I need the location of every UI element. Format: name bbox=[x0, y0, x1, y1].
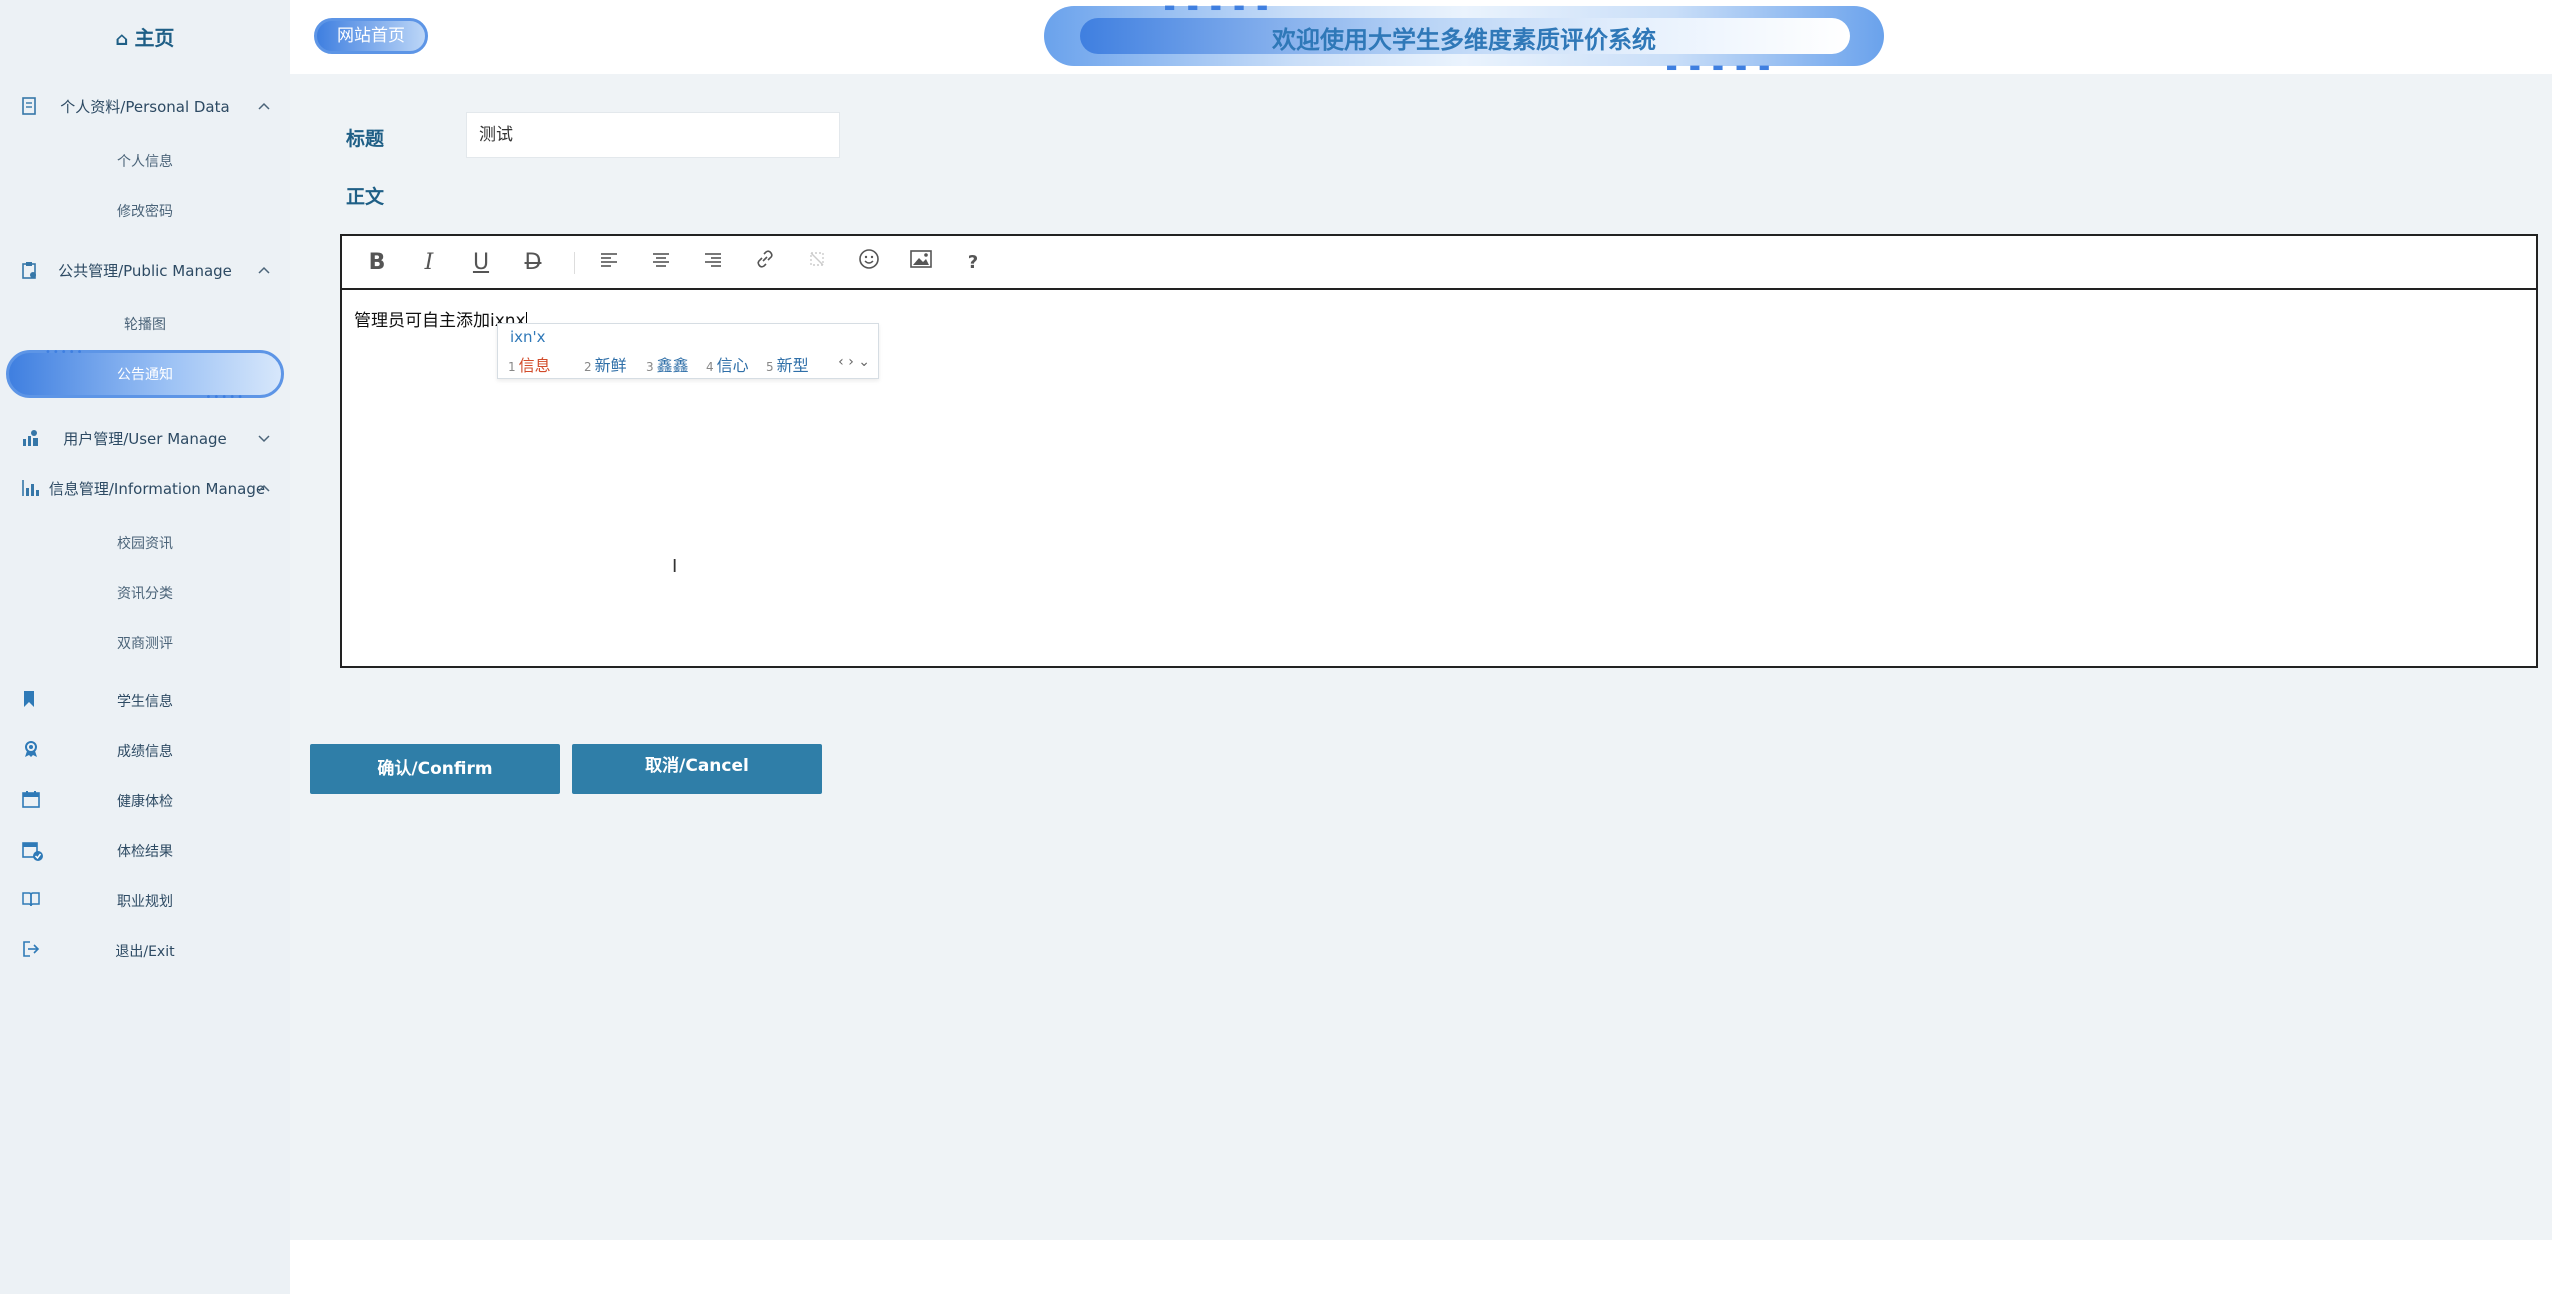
top-header: 网站首页 ▬ ▬ ▬ ▬ ▬ ▬ ▬ ▬ ▬ ▬ 欢迎使用大学生多维度素质评价系… bbox=[290, 0, 2552, 74]
home-icon: ⌂ bbox=[115, 29, 129, 50]
menu-group-information-manage[interactable]: 信息管理/Information Manage bbox=[0, 468, 290, 508]
ime-pinyin: ixn'x bbox=[510, 328, 546, 346]
ime-page-nav-icon[interactable]: ‹ › ⌄ bbox=[838, 354, 870, 370]
image-icon[interactable] bbox=[906, 248, 936, 278]
cancel-button[interactable]: 取消/Cancel bbox=[572, 744, 822, 794]
decor-dashes: ▬ ▬ ▬ ▬ ▬ bbox=[1666, 60, 1774, 74]
chevron-up-icon bbox=[258, 102, 270, 110]
chevron-up-icon bbox=[258, 484, 270, 492]
sidebar-item-check-result[interactable]: 体检结果 bbox=[0, 836, 290, 864]
sidebar-item-announcement[interactable]: 公告通知 bbox=[0, 363, 290, 387]
decor-dots: ••••• bbox=[205, 392, 245, 403]
strikethrough-icon[interactable]: D bbox=[518, 248, 548, 278]
menu-group-public-manage[interactable]: 公共管理/Public Manage bbox=[0, 250, 290, 290]
sidebar-item-grades[interactable]: 成绩信息 bbox=[0, 736, 290, 764]
help-icon[interactable]: ? bbox=[958, 248, 988, 278]
decor-dots: ••••• bbox=[45, 347, 85, 358]
site-home-button[interactable]: 网站首页 bbox=[314, 18, 428, 54]
decor-dashes: ▬ ▬ ▬ ▬ ▬ bbox=[1164, 0, 1272, 14]
title-input[interactable]: 测试 bbox=[466, 112, 840, 158]
emoji-icon[interactable] bbox=[854, 248, 884, 278]
rich-text-editor: B I U D ? 管理员可自主添加ixnx ixn'x 1 信息 2 新鲜 3… bbox=[340, 234, 2538, 668]
link-icon[interactable] bbox=[750, 248, 780, 278]
sidebar-item-health-check[interactable]: 健康体检 bbox=[0, 786, 290, 814]
editor-toolbar: B I U D ? bbox=[342, 236, 2536, 290]
ime-candidate-4[interactable]: 4 信心 bbox=[706, 352, 749, 376]
align-center-icon[interactable] bbox=[646, 248, 676, 278]
underline-icon[interactable]: U bbox=[466, 248, 496, 278]
footer-area bbox=[290, 1240, 2552, 1294]
ime-candidate-2[interactable]: 2 新鲜 bbox=[584, 352, 627, 376]
sidebar: ⌂ 主页 个人资料/Personal Data 个人信息 修改密码 公共管理/Pu… bbox=[0, 0, 290, 1294]
align-left-icon[interactable] bbox=[594, 248, 624, 278]
ime-candidate-3[interactable]: 3 鑫鑫 bbox=[646, 352, 689, 376]
menu-group-user-manage[interactable]: 用户管理/User Manage bbox=[0, 418, 290, 458]
welcome-banner: ▬ ▬ ▬ ▬ ▬ ▬ ▬ ▬ ▬ ▬ 欢迎使用大学生多维度素质评价系统 bbox=[1044, 0, 1884, 74]
menu-group-personal-data[interactable]: 个人资料/Personal Data bbox=[0, 86, 290, 126]
sidebar-item-campus-news[interactable]: 校园资讯 bbox=[0, 532, 290, 556]
main-content: 标题 测试 正文 B I U D ? 管理员可自主添加ixnx ixn'x 1 … bbox=[290, 74, 2552, 1240]
home-link[interactable]: ⌂ 主页 bbox=[0, 22, 290, 51]
banner-title: 欢迎使用大学生多维度素质评价系统 bbox=[1272, 26, 1656, 54]
ime-candidate-5[interactable]: 5 新型 bbox=[766, 352, 809, 376]
sidebar-item-carousel[interactable]: 轮播图 bbox=[0, 313, 290, 337]
sidebar-item-career-plan[interactable]: 职业规划 bbox=[0, 886, 290, 914]
title-label: 标题 bbox=[346, 128, 385, 150]
sidebar-item-change-password[interactable]: 修改密码 bbox=[0, 200, 290, 224]
sidebar-item-personal-info[interactable]: 个人信息 bbox=[0, 150, 290, 174]
sidebar-item-news-category[interactable]: 资讯分类 bbox=[0, 582, 290, 606]
toolbar-separator bbox=[574, 252, 575, 274]
sidebar-item-exit[interactable]: 退出/Exit bbox=[0, 936, 290, 964]
text-cursor-icon: I bbox=[672, 556, 678, 577]
unlink-icon[interactable] bbox=[802, 248, 832, 278]
sidebar-item-student-info[interactable]: 学生信息 bbox=[0, 686, 290, 714]
align-right-icon[interactable] bbox=[698, 248, 728, 278]
sidebar-item-dual-assessment[interactable]: 双商测评 bbox=[0, 632, 290, 656]
chevron-up-icon bbox=[258, 266, 270, 274]
italic-icon[interactable]: I bbox=[414, 248, 444, 278]
body-label: 正文 bbox=[346, 186, 385, 208]
confirm-button[interactable]: 确认/Confirm bbox=[310, 744, 560, 794]
ime-candidate-popup: ixn'x 1 信息 2 新鲜 3 鑫鑫 4 信心 5 新型 ‹ › ⌄ bbox=[497, 323, 879, 379]
bold-icon[interactable]: B bbox=[362, 248, 392, 278]
ime-candidate-1[interactable]: 1 信息 bbox=[508, 352, 551, 376]
chevron-down-icon bbox=[258, 435, 270, 443]
